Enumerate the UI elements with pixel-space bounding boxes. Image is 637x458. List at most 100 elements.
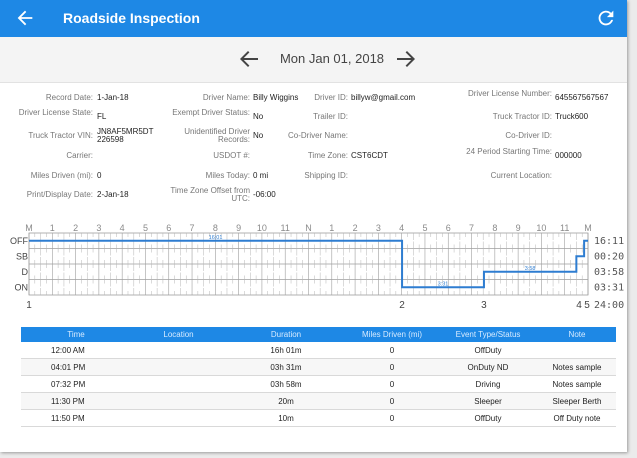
segment-duration-label: 16:01	[209, 235, 223, 241]
segment-duration-label: 3:31	[438, 281, 449, 287]
status-total: 03:31	[594, 283, 624, 294]
time-cell: 04:01 PM	[21, 358, 131, 376]
column-header: Time	[21, 327, 131, 342]
truck-tractor-vin-label: Truck Tractor VIN:	[28, 131, 93, 140]
info-row: Driver License State: FL Exempt Driver S…	[0, 109, 627, 126]
usdot-label: USDOT #:	[213, 151, 250, 160]
hour-label: 7	[469, 223, 474, 233]
segment-duration-label: 3:58	[525, 266, 536, 272]
status-cell: Sleeper	[438, 392, 538, 410]
hour-label: 10	[257, 223, 267, 233]
hour-label: 5	[143, 223, 148, 233]
status-total: 03:58	[594, 267, 624, 278]
info-row: Truck Tractor VIN: JN8AF5MR5DT226598 Uni…	[0, 128, 627, 145]
note-cell: Notes sample	[538, 375, 616, 393]
event-number: 3	[481, 300, 487, 311]
duty-status-graph: M 1 2 3 4 5 6 7 8 9 10 11 N 1 2 3 4 5 6 7 8 9 10 11 MOFFSBDON16:…	[10, 223, 624, 311]
status-label: OFF	[10, 236, 28, 246]
miles-driven-value: 0	[97, 171, 102, 180]
duration-cell: 10m	[226, 409, 346, 427]
truck-tractor-id-value: Truck600	[555, 112, 589, 121]
info-row: Miles Driven (mi): 0 Miles Today: 0 mi S…	[0, 168, 627, 185]
app-frame: Roadside Inspection Mon Jan 01, 2018 Rec…	[0, 0, 627, 452]
table-row[interactable]: 11:30 PM 20m 0 Sleeper Sleeper Berth	[21, 392, 616, 410]
note-cell: Off Duty note	[538, 409, 616, 427]
print-display-date-label: Print/Display Date:	[26, 190, 93, 199]
back-arrow-icon[interactable]	[14, 7, 36, 29]
status-label: D	[22, 267, 29, 277]
grand-total: 24:00	[594, 300, 624, 311]
time-zone-offset-label: Time Zone Offset from UTC:	[170, 186, 250, 203]
hour-label: 11	[281, 223, 290, 233]
miles-cell: 0	[346, 358, 438, 376]
hour-label: 1	[50, 223, 55, 233]
event-number: 5	[584, 300, 590, 311]
driver-license-number-value: 645567567567	[555, 93, 609, 102]
hour-label: 7	[190, 223, 195, 233]
previous-day-arrow-icon[interactable]	[236, 47, 262, 71]
current-date: Mon Jan 01, 2018	[279, 51, 385, 66]
record-date-value: 1-Jan-18	[97, 93, 129, 102]
shipping-id-label: Shipping ID:	[304, 171, 348, 180]
hour-label: 3	[96, 223, 101, 233]
driver-id-label: Driver ID:	[314, 93, 348, 102]
hour-label: 8	[492, 223, 497, 233]
app-bar: Roadside Inspection	[0, 0, 627, 37]
status-label: SB	[16, 252, 28, 262]
table-row[interactable]: 11:50 PM 10m 0 OffDuty Off Duty note	[21, 409, 616, 427]
hour-label: 10	[536, 223, 546, 233]
status-cell: OffDuty	[438, 409, 538, 427]
hour-label: 11	[560, 223, 569, 233]
location-cell	[131, 375, 226, 393]
status-cell: OnDuty ND	[438, 358, 538, 376]
hour-label: M	[584, 223, 592, 233]
hour-label: 5	[422, 223, 427, 233]
status-total: 16:11	[594, 236, 624, 247]
time-cell: 11:50 PM	[21, 409, 131, 427]
duration-cell: 03h 58m	[226, 375, 346, 393]
truck-tractor-id-label: Truck Tractor ID:	[492, 112, 552, 121]
note-cell: Notes sample	[538, 358, 616, 376]
time-zone-value: CST6CDT	[351, 151, 388, 160]
time-cell: 07:32 PM	[21, 375, 131, 393]
driver-license-number-label: Driver License Number:	[467, 89, 552, 98]
info-row: Record Date: 1-Jan-18 Driver Name: Billy…	[0, 90, 627, 107]
info-row: Print/Display Date: 2-Jan-18 Time Zone O…	[0, 187, 627, 204]
column-header: Miles Driven (mi)	[346, 327, 438, 342]
event-number: 4	[576, 300, 582, 311]
next-day-arrow-icon[interactable]	[393, 47, 419, 71]
hour-label: N	[305, 223, 312, 233]
status-total: 00:20	[594, 252, 624, 263]
table-row[interactable]: 12:00 AM 16h 01m 0 OffDuty	[21, 342, 616, 359]
table-row[interactable]: 04:01 PM 03h 31m 0 OnDuty ND Notes sampl…	[21, 358, 616, 376]
table-header-row: Time Location Duration Miles Driven (mi)…	[21, 327, 616, 342]
column-header: Location	[131, 327, 226, 342]
trailer-id-label: Trailer ID:	[313, 112, 348, 121]
hour-label: 9	[516, 223, 521, 233]
status-label: ON	[15, 283, 29, 293]
column-header: Event Type/Status	[438, 327, 538, 342]
info-row: Carrier: USDOT #: Time Zone: CST6CDT 24 …	[0, 148, 627, 165]
co-driver-name-label: Co-Driver Name:	[287, 131, 348, 140]
hour-label: 2	[73, 223, 78, 233]
miles-cell: 0	[346, 392, 438, 410]
note-cell: Sleeper Berth	[538, 392, 616, 410]
refresh-icon[interactable]	[595, 7, 617, 29]
duration-cell: 03h 31m	[226, 358, 346, 376]
location-cell	[131, 392, 226, 410]
location-cell	[131, 409, 226, 427]
driver-id-value: billyw@gmail.com	[351, 93, 416, 102]
truck-tractor-vin-value: JN8AF5MR5DT226598	[97, 127, 154, 144]
time-cell: 12:00 AM	[21, 342, 131, 359]
hour-label: 2	[353, 223, 358, 233]
table-row[interactable]: 07:32 PM 03h 58m 0 Driving Notes sample	[21, 375, 616, 393]
period-starting-time-value: 000000	[555, 151, 582, 160]
carrier-label: Carrier:	[66, 151, 93, 160]
location-cell	[131, 358, 226, 376]
column-header: Note	[538, 327, 616, 342]
print-display-date-value: 2-Jan-18	[97, 190, 129, 199]
miles-driven-label: Miles Driven (mi):	[30, 171, 93, 180]
hour-label: 6	[446, 223, 451, 233]
inspection-info: Record Date: 1-Jan-18 Driver Name: Billy…	[0, 90, 627, 215]
co-driver-id-label: Co-Driver ID:	[505, 131, 552, 140]
